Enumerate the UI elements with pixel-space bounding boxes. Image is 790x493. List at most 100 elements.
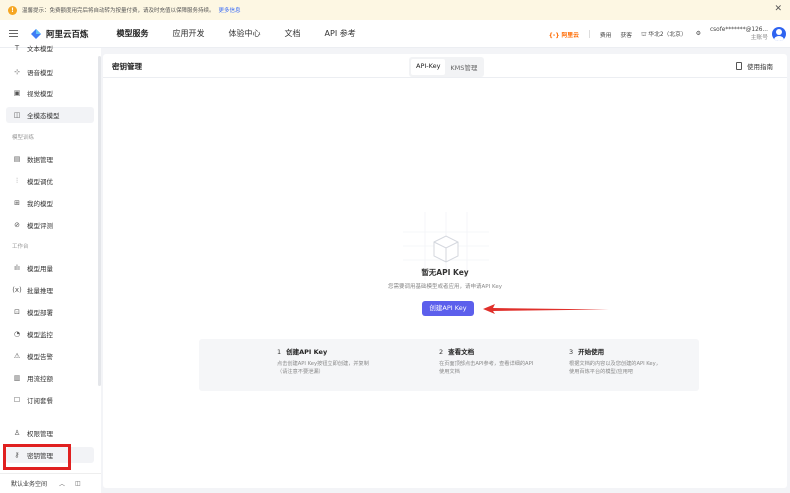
nav-docs[interactable]: 文档 — [285, 28, 301, 39]
nav-experience[interactable]: 体验中心 — [229, 28, 261, 39]
highlight-box — [3, 444, 71, 470]
vision-model-icon: ▣ — [13, 89, 21, 97]
page-title: 密钥管理 — [112, 62, 142, 71]
usage-guide-label: 使用指南 — [747, 63, 773, 71]
tuning-icon: ⫶ — [16, 176, 18, 185]
notice-text: 温馨提示：免费额度用完后将自动转为按量付费，请及时充值以保障服务持续。 — [22, 8, 215, 14]
sidebar-item-evaluation[interactable]: ⊘ 模型评测 — [6, 217, 94, 233]
step-title: 开始使用 — [578, 348, 605, 356]
warning-icon: ! — [8, 5, 17, 15]
nav-app-dev[interactable]: 应用开发 — [173, 28, 205, 39]
bailian-logo-icon — [31, 28, 41, 39]
step-desc: 在页面顶部点击API参考，查看详细的API使用文档 — [439, 361, 534, 375]
sidebar-item-label: 视觉模型 — [27, 90, 53, 98]
key-manage-card: 密钥管理 API-Key KMS管理 使用指南 暂无API Key 您需要调用基… — [103, 54, 787, 488]
subscribe-icon: ☐ — [13, 396, 21, 404]
usage-guide-link[interactable]: 使用指南 — [736, 61, 773, 71]
empty-state-title: 暂无API Key — [421, 268, 469, 277]
avatar[interactable] — [772, 27, 786, 41]
step-1: 1 创建API Key 点击创建API Key按钮立即创建，并复制（请注意不要泄漏… — [199, 339, 407, 391]
top-right-tools: {-} 阿里云 费用 获客 ⛫ 华北2（北京） ⚙ csofe*******@1… — [549, 20, 790, 48]
tab-kms[interactable]: KMS管理 — [445, 59, 482, 75]
main-menu: 模型服务 应用开发 体验中心 文档 API 参考 — [117, 28, 380, 39]
sidebar-item-label: 数据管理 — [27, 156, 53, 164]
top-navbar: 阿里云百炼 模型服务 应用开发 体验中心 文档 API 参考 {-} 阿里云 费… — [0, 20, 790, 48]
sidebar-item-monitor[interactable]: ◔ 模型监控 — [6, 326, 94, 342]
sidebar-item-label: 模型评测 — [27, 222, 53, 230]
region-selector[interactable]: ⛫ 华北2（北京） — [641, 29, 687, 39]
usage-icon: ılı — [14, 264, 20, 272]
notice-more-link[interactable]: 更多信息 — [219, 6, 241, 14]
empty-state-desc: 您需要调用基础模型或者应用，请申请API Key — [388, 284, 502, 290]
step-number: 3 — [569, 348, 574, 356]
sidebar-item-label: 模型监控 — [27, 331, 53, 339]
user-name: csofe*******@126... — [709, 27, 768, 33]
sidebar-item-label: 批量推理 — [27, 287, 53, 295]
sidebar-item-label: 我的模型 — [27, 200, 53, 208]
sidebar-item-label: 全模态模型 — [27, 112, 60, 120]
group-label-training: 模型训练 — [12, 135, 35, 141]
red-arrow-annotation — [483, 304, 609, 314]
step-title: 查看文档 — [448, 348, 475, 356]
create-api-key-button[interactable]: 创建API Key — [422, 301, 474, 316]
permission-icon: ♙ — [13, 429, 21, 437]
step-desc: 根据文档的内容以及您创建的API Key，使用百炼平台的模型/应用吧 — [569, 361, 661, 375]
tab-api-key[interactable]: API-Key — [411, 59, 446, 75]
sidebar-item-subscribe[interactable]: ☐ 订阅套餐 — [6, 392, 94, 408]
notice-bar: ! 温馨提示：免费额度用完后将自动转为按量付费，请及时充值以保障服务持续。 更多… — [0, 0, 790, 20]
sidebar-item-permission[interactable]: ♙ 权限管理 — [6, 425, 94, 441]
sidebar-item-alert[interactable]: ⚠ 模型告警 — [6, 348, 94, 364]
alert-icon: ⚠ — [13, 352, 21, 360]
sidebar-item-label: 权限管理 — [27, 430, 53, 438]
data-manage-icon: ▤ — [13, 155, 21, 163]
logo-text: 阿里云百炼 — [46, 29, 89, 40]
sidebar-item-audio-model[interactable]: ⊹ 语音模型 — [6, 64, 94, 80]
monitor-icon: ◔ — [13, 330, 21, 338]
close-icon[interactable]: ✕ — [774, 4, 782, 14]
omni-model-icon: ◫ — [13, 111, 21, 119]
sidebar-item-omni-model[interactable]: ◫ 全模态模型 — [6, 107, 94, 123]
nav-model-service[interactable]: 模型服务 — [117, 28, 149, 39]
logo[interactable]: 阿里云百炼 — [30, 28, 89, 40]
chevron-up-icon[interactable]: ︿ — [59, 479, 65, 488]
user-info[interactable]: csofe*******@126... 主账号 — [710, 26, 768, 42]
step-number: 1 — [277, 348, 282, 356]
nav-api-ref[interactable]: API 参考 — [325, 28, 356, 39]
steps-panel: 1 创建API Key 点击创建API Key按钮立即创建，并复制（请注意不要泄漏… — [199, 339, 699, 391]
batch-icon: (x) — [12, 286, 22, 294]
sidebar-item-deploy[interactable]: ⊡ 模型部署 — [6, 304, 94, 320]
page-header: 密钥管理 API-Key KMS管理 使用指南 — [103, 54, 787, 78]
sidebar-item-vision-model[interactable]: ▣ 视觉模型 — [6, 85, 94, 101]
sidebar-item-batch[interactable]: (x) 批量推理 — [6, 282, 94, 298]
document-icon — [736, 62, 742, 70]
sidebar-item-label: 模型用量 — [27, 265, 53, 273]
sidebar-item-my-models[interactable]: ⊞ 我的模型 — [6, 195, 94, 211]
user-role: 主账号 — [750, 35, 768, 41]
sidebar-item-label: 模型部署 — [27, 309, 53, 317]
workspace-switcher[interactable]: 默认业务空间 ︿ ◫ — [0, 473, 101, 493]
workspace-name: 默认业务空间 — [11, 481, 48, 488]
step-2: 2 查看文档 在页面顶部点击API参考，查看详细的API使用文档 — [407, 339, 569, 391]
divider — [588, 30, 590, 38]
sidebar-item-label: 模型调优 — [27, 178, 53, 186]
sidebar-item-tuning[interactable]: ⫶ 模型调优 — [6, 173, 94, 189]
sidebar-item-label: 模型告警 — [27, 353, 53, 361]
tab-group: API-Key KMS管理 — [409, 57, 485, 77]
ticket-link[interactable]: 获客 — [620, 30, 632, 39]
aliyun-brand-link[interactable]: {-} 阿里云 — [549, 30, 579, 39]
fee-link[interactable]: 费用 — [600, 30, 612, 39]
step-number: 2 — [439, 348, 444, 356]
sidebar-item-data-manage[interactable]: ▤ 数据管理 — [6, 151, 94, 167]
sidebar-item-traffic[interactable]: ▥ 用流控额 — [6, 370, 94, 386]
group-label-workbench: 工作台 — [12, 244, 29, 250]
sidebar: T 文本模型 ⊹ 语音模型 ▣ 视觉模型 ◫ 全模态模型 模型训练 ▤ 数据管理… — [0, 44, 101, 493]
step-3: 3 开始使用 根据文档的内容以及您创建的API Key，使用百炼平台的模型/应用吧 — [569, 339, 699, 391]
collapse-panel-icon[interactable]: ◫ — [75, 480, 81, 487]
deploy-icon: ⊡ — [14, 308, 20, 316]
evaluation-icon: ⊘ — [14, 221, 20, 229]
sidebar-item-label: 订阅套餐 — [27, 397, 53, 405]
menu-icon[interactable] — [9, 28, 18, 39]
sidebar-item-usage[interactable]: ılı 模型用量 — [6, 260, 94, 276]
settings-gear-icon[interactable]: ⚙ — [696, 31, 701, 37]
sidebar-item-text-model[interactable]: T 文本模型 — [6, 42, 94, 54]
